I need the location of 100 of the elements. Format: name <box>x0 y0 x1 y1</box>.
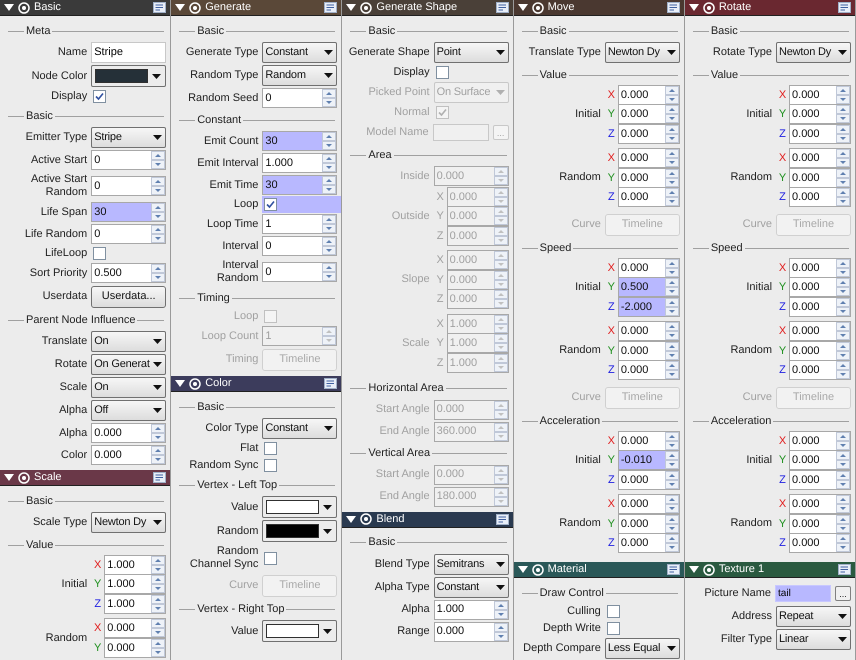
spin-arrows-icon[interactable] <box>494 270 508 289</box>
dropdown[interactable]: Newton Dy <box>776 42 852 63</box>
color-picker[interactable] <box>262 520 338 542</box>
number-field[interactable]: 0.000 <box>91 423 166 443</box>
checkbox[interactable] <box>93 247 106 260</box>
checkbox[interactable] <box>606 622 620 635</box>
panel-header[interactable]: Basic <box>0 0 170 16</box>
panel-menu-icon[interactable] <box>324 2 338 13</box>
spin-arrows-icon[interactable] <box>151 177 166 195</box>
number-field[interactable]: 0.000 <box>789 168 852 188</box>
number-field[interactable]: 0.000 <box>618 104 680 124</box>
spin-arrows-icon[interactable] <box>151 424 166 442</box>
checkbox[interactable] <box>264 198 278 211</box>
number-field[interactable]: 0.000 <box>618 340 680 361</box>
spin-arrows-icon[interactable] <box>151 619 166 638</box>
number-field[interactable]: 0.000 <box>618 187 680 208</box>
number-field[interactable]: 0.000 <box>618 533 680 554</box>
spin-arrows-icon[interactable] <box>836 322 850 340</box>
panel-menu-icon[interactable] <box>838 564 852 575</box>
dropdown[interactable]: On <box>91 377 166 398</box>
number-field[interactable]: 0.000 <box>789 148 852 168</box>
number-field[interactable]: 30 <box>91 202 166 222</box>
spin-arrows-icon[interactable] <box>836 514 850 533</box>
spin-arrows-icon[interactable] <box>494 251 508 270</box>
spin-arrows-icon[interactable] <box>664 86 679 104</box>
panel-menu-icon[interactable] <box>838 2 852 13</box>
number-field[interactable]: 0.000 <box>789 514 852 534</box>
spin-arrows-icon[interactable] <box>322 154 336 172</box>
spin-arrows-icon[interactable] <box>322 237 336 255</box>
spin-arrows-icon[interactable] <box>836 451 850 470</box>
number-field[interactable]: 30 <box>262 175 338 195</box>
number-field[interactable]: 0.000 <box>789 124 852 144</box>
spin-arrows-icon[interactable] <box>836 298 850 316</box>
number-field[interactable]: 0 <box>91 224 166 244</box>
dropdown[interactable]: Less Equal <box>604 638 680 659</box>
spin-arrows-icon[interactable] <box>836 432 850 450</box>
spin-arrows-icon[interactable] <box>664 188 679 206</box>
panel-menu-icon[interactable] <box>496 514 509 524</box>
spin-arrows-icon[interactable] <box>322 327 336 345</box>
checkbox[interactable] <box>264 459 278 472</box>
color-picker[interactable] <box>91 65 166 87</box>
spin-arrows-icon[interactable] <box>494 600 508 618</box>
spin-arrows-icon[interactable] <box>664 514 679 533</box>
spin-arrows-icon[interactable] <box>322 215 336 233</box>
spin-arrows-icon[interactable] <box>664 149 679 168</box>
spin-arrows-icon[interactable] <box>664 298 679 316</box>
spin-arrows-icon[interactable] <box>836 258 850 277</box>
checkbox[interactable] <box>436 66 449 79</box>
number-field[interactable]: 1.000 <box>434 600 509 620</box>
spin-arrows-icon[interactable] <box>664 342 679 360</box>
number-field[interactable]: 30 <box>262 131 338 151</box>
spin-arrows-icon[interactable] <box>836 149 850 168</box>
number-field[interactable]: 0.000 <box>789 340 852 361</box>
number-field[interactable]: 0.000 <box>789 321 852 342</box>
spin-arrows-icon[interactable] <box>836 86 850 104</box>
number-field[interactable]: 0.000 <box>434 622 509 642</box>
number-field[interactable]: 0.000 <box>104 638 166 658</box>
spin-arrows-icon[interactable] <box>494 290 508 308</box>
checkbox[interactable] <box>264 442 278 455</box>
number-field[interactable]: 0.000 <box>91 445 166 465</box>
spin-arrows-icon[interactable] <box>322 89 336 107</box>
dropdown[interactable]: Constant <box>262 42 338 63</box>
number-field[interactable]: 0.000 <box>789 450 852 470</box>
spin-arrows-icon[interactable] <box>151 203 166 221</box>
number-field[interactable]: 0.500 <box>618 277 680 298</box>
number-field[interactable]: 0.000 <box>618 430 680 451</box>
spin-arrows-icon[interactable] <box>494 354 508 372</box>
text-field[interactable] <box>432 124 489 141</box>
spin-arrows-icon[interactable] <box>151 225 166 243</box>
panel-header[interactable]: Move <box>514 0 684 16</box>
spin-arrows-icon[interactable] <box>494 334 508 352</box>
number-field[interactable]: 0.000 <box>789 470 852 490</box>
dropdown[interactable]: On Generat <box>91 354 166 375</box>
dropdown[interactable]: Newton Dy <box>91 512 166 533</box>
panel-menu-icon[interactable] <box>153 2 166 13</box>
spin-arrows-icon[interactable] <box>664 495 679 514</box>
number-field[interactable]: 0.000 <box>618 148 680 168</box>
panel-menu-icon[interactable] <box>324 378 338 389</box>
dropdown[interactable]: On <box>91 331 166 352</box>
spin-arrows-icon[interactable] <box>664 278 679 296</box>
dropdown[interactable]: Constant <box>434 576 509 598</box>
number-field[interactable]: 0.000 <box>789 104 852 124</box>
dropdown[interactable]: Constant <box>262 418 338 439</box>
panel-header[interactable]: Rotate <box>684 0 856 16</box>
panel-header[interactable]: Color <box>171 376 342 392</box>
number-field[interactable]: 0.000 <box>618 258 680 278</box>
number-field[interactable]: -0.010 <box>618 450 680 470</box>
browse-button[interactable]: ... <box>835 586 852 601</box>
panel-header[interactable]: Generate <box>171 0 342 16</box>
spin-arrows-icon[interactable] <box>494 488 508 506</box>
number-field[interactable]: 0.000 <box>789 84 852 105</box>
spin-arrows-icon[interactable] <box>151 446 166 464</box>
dropdown[interactable]: Semitrans <box>434 554 509 574</box>
number-field[interactable]: 0.000 <box>789 533 852 554</box>
number-field[interactable]: 0 <box>262 236 338 256</box>
dropdown[interactable]: Random <box>262 65 338 86</box>
panel-header[interactable]: Generate Shape <box>342 0 513 16</box>
spin-arrows-icon[interactable] <box>151 594 166 613</box>
panel-header[interactable]: Blend <box>342 512 513 528</box>
number-field[interactable]: -2.000 <box>618 296 680 317</box>
